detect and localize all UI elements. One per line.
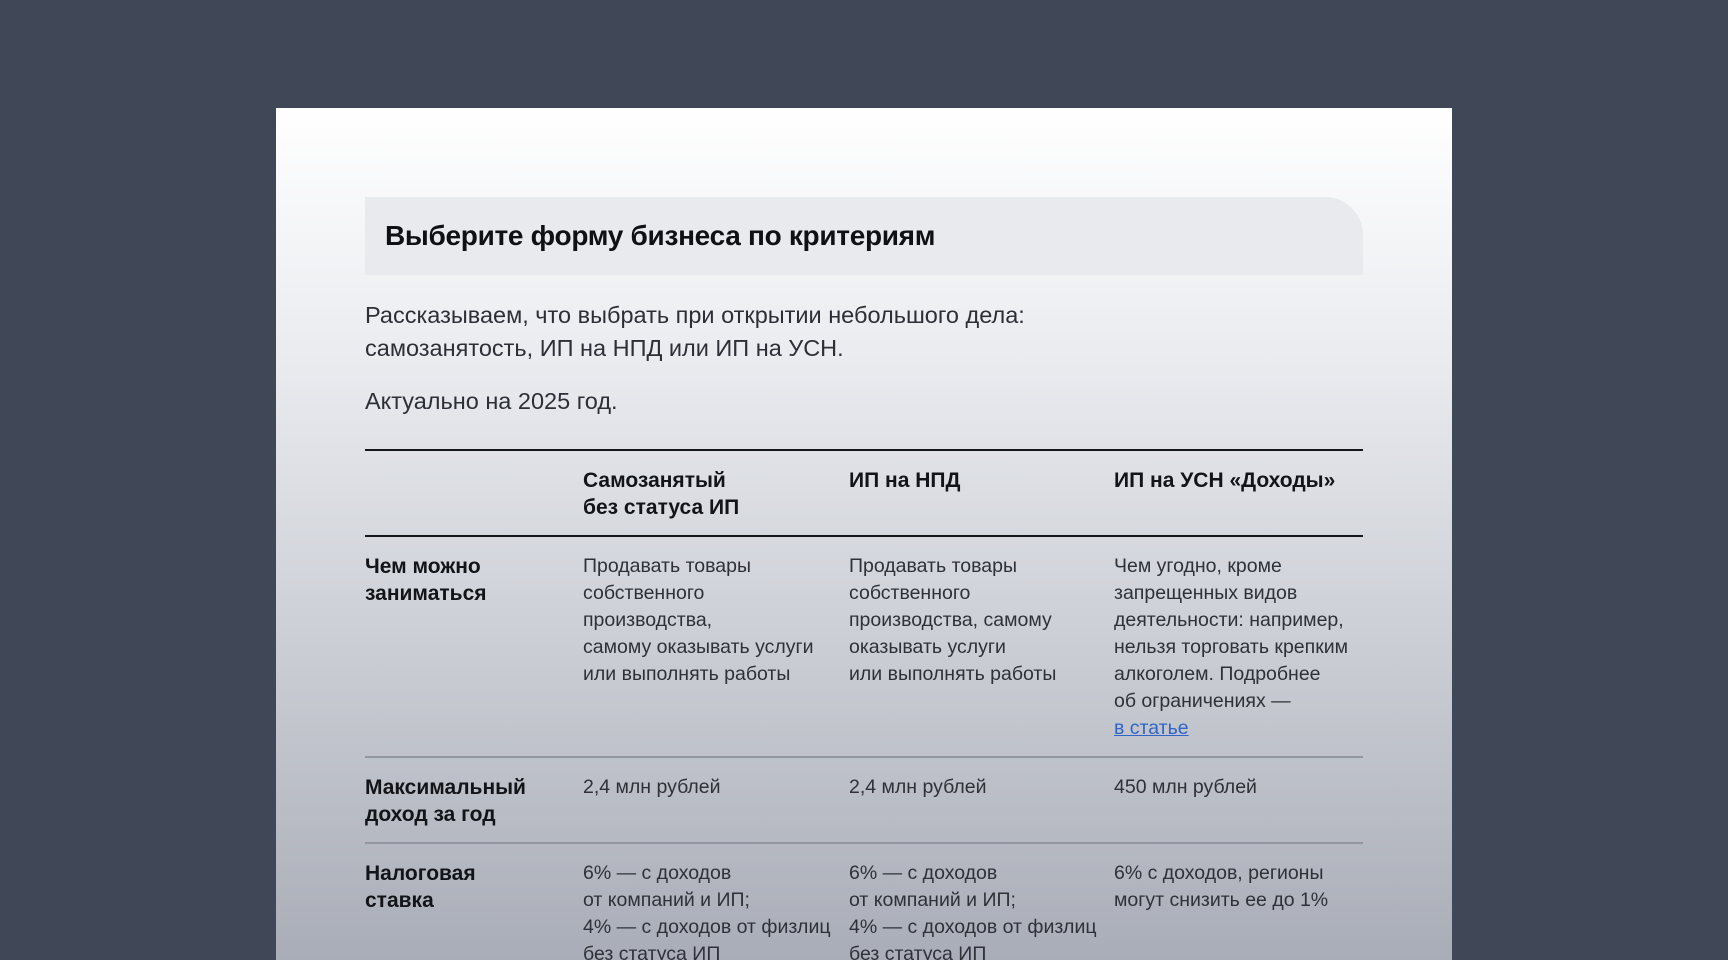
cell-activity-ip-npd: Продавать товары собственного производст…: [849, 536, 1114, 758]
header-ip-usn: ИП на УСН «Доходы»: [1114, 449, 1363, 537]
row-label-activity: Чем можно заниматься: [365, 536, 583, 758]
content-card: Выберите форму бизнеса по критериям Расс…: [276, 108, 1452, 960]
article-link[interactable]: в статье: [1114, 717, 1189, 739]
lead-text: Рассказываем, что выбрать при открытии н…: [365, 302, 1025, 361]
header-ip-npd: ИП на НПД: [849, 449, 1114, 537]
cell-activity-ip-usn: Чем угодно, кроме запрещенных видов деят…: [1114, 536, 1363, 758]
page-title: Выберите форму бизнеса по критериям: [385, 220, 936, 251]
title-bar: Выберите форму бизнеса по критериям: [365, 197, 1363, 275]
cell-tax-ip-npd: 6% — с доходов от компаний и ИП; 4% — с …: [849, 862, 1097, 960]
cell-tax-self-employed: 6% — с доходов от компаний и ИП; 4% — с …: [583, 862, 831, 960]
cell-activity-ip-usn-text: Чем угодно, кроме запрещенных видов деят…: [1114, 555, 1349, 712]
row-label-max-income: Максимальный доход за год: [365, 757, 583, 844]
actuality-note: Актуально на 2025 год.: [365, 388, 618, 414]
comparison-table: Самозанятый без статуса ИП ИП на НПД ИП …: [365, 449, 1363, 960]
table-row: Максимальный доход за год 2,4 млн рублей…: [365, 757, 1363, 844]
header-self-employed: Самозанятый без статуса ИП: [583, 449, 849, 537]
table-row: Чем можно заниматься Продавать товары со…: [365, 536, 1363, 758]
row-label-tax-rate: Налоговая ставка: [365, 862, 476, 912]
cell-income-ip-npd: 2,4 млн рублей: [849, 757, 1114, 844]
cell-tax-ip-usn: 6% с доходов, регионы могут снизить ее д…: [1114, 862, 1329, 911]
content-inner: Выберите форму бизнеса по критериям Расс…: [365, 197, 1363, 960]
table-row: Налоговая ставка 6% — с доходов от компа…: [365, 843, 1363, 960]
cell-income-ip-usn: 450 млн рублей: [1114, 757, 1363, 844]
cell-income-self-employed: 2,4 млн рублей: [583, 757, 849, 844]
header-empty: [365, 449, 583, 537]
cell-activity-self-employed: Продавать товары собственного производст…: [583, 536, 849, 758]
table-header-row: Самозанятый без статуса ИП ИП на НПД ИП …: [365, 449, 1363, 537]
